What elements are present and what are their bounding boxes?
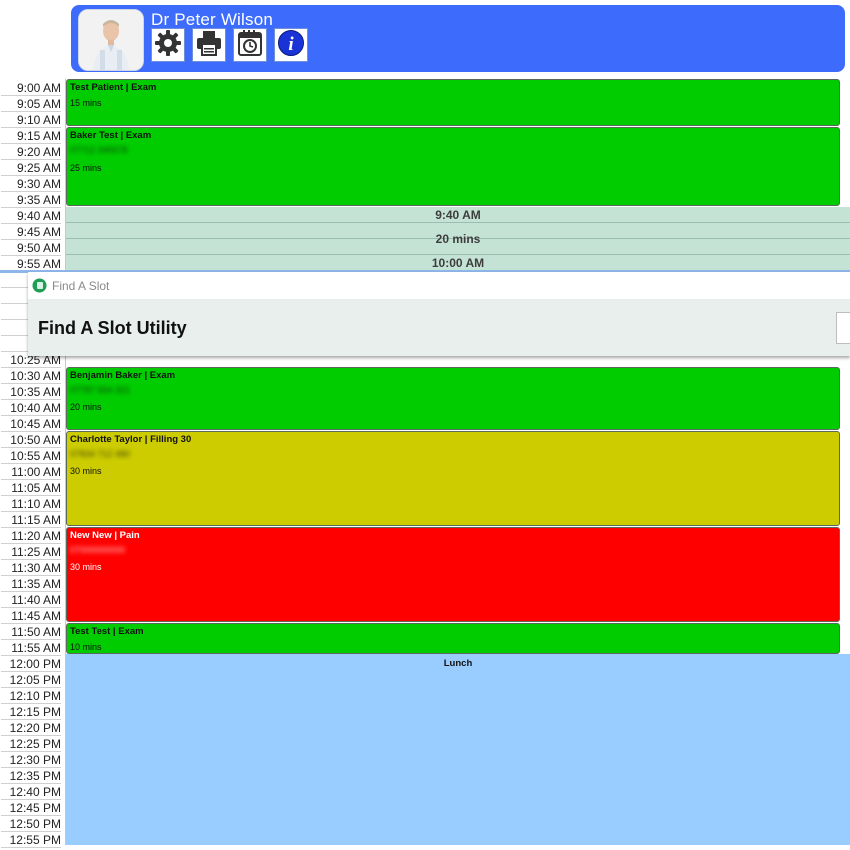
printer-icon: [195, 29, 223, 62]
time-label: 12:25 PM: [1, 735, 61, 752]
appointment-duration: 30 mins: [70, 466, 102, 476]
time-label: 9:20 AM: [1, 143, 61, 160]
time-label: 9:05 AM: [1, 95, 61, 112]
appointment-title: Charlotte Taylor | Filling 30: [70, 434, 192, 445]
appointment-baker-test[interactable]: Baker Test | Exam 07712 345678 25 mins: [66, 127, 840, 206]
appointment-duration: 30 mins: [70, 562, 102, 572]
time-label: 11:35 AM: [1, 575, 61, 592]
time-label: 9:45 AM: [1, 223, 61, 240]
time-label: 10:55 AM: [1, 447, 61, 464]
time-label: 11:50 AM: [1, 623, 61, 640]
time-label: 12:40 PM: [1, 783, 61, 800]
window-titlebar[interactable]: Find A Slot: [28, 272, 850, 299]
appointment-duration: 15 mins: [70, 98, 102, 108]
time-label: 9:10 AM: [1, 111, 61, 128]
appointment-duration: 20 mins: [70, 402, 102, 412]
time-label: 10:30 AM: [1, 367, 61, 384]
svg-text:i: i: [288, 34, 294, 55]
appointment-charlotte-taylor[interactable]: Charlotte Taylor | Filling 30 07834 712 …: [66, 431, 840, 526]
lunch-block[interactable]: Lunch: [66, 654, 850, 845]
time-label: 12:10 PM: [1, 687, 61, 704]
appointment-phone: 07834 712 480: [70, 449, 131, 459]
time-label: 9:00 AM: [1, 79, 61, 96]
time-label: 9:30 AM: [1, 175, 61, 192]
appointment-title: Benjamin Baker | Exam: [70, 370, 176, 381]
appointment-phone: 07787 654 321: [70, 385, 131, 395]
time-label: 11:15 AM: [1, 511, 61, 528]
time-label: 11:30 AM: [1, 559, 61, 576]
time-label: 12:00 PM: [1, 655, 61, 672]
window-title: Find A Slot: [52, 279, 110, 293]
time-label: 10:50 AM: [1, 431, 61, 448]
time-label: 9:35 AM: [1, 191, 61, 208]
appointment-title: New New | Pain: [70, 530, 140, 541]
appointment-test-patient[interactable]: Test Patient | Exam 15 mins: [66, 79, 840, 126]
time-label: 11:45 AM: [1, 607, 61, 624]
time-label: 11:00 AM: [1, 463, 61, 480]
window-heading: Find A Slot Utility: [38, 318, 187, 338]
time-label: 10:40 AM: [1, 399, 61, 416]
time-label: 12:55 PM: [1, 831, 61, 848]
doctor-card: Dr Peter Wilson i: [71, 5, 845, 72]
time-label: 10:35 AM: [1, 383, 61, 400]
find-slot-window: Find A Slot Find A Slot Utility: [28, 272, 850, 356]
doctor-header: Dr Peter Wilson i: [66, 0, 850, 79]
time-column: 9:00 AM 9:05 AM 9:10 AM 9:15 AM 9:20 AM 9:25 …: [0, 79, 66, 848]
appointment-phone: 07712 345678: [70, 145, 128, 155]
appointment-title: Test Test | Exam: [70, 626, 144, 637]
info-icon: i: [277, 29, 305, 62]
appointment-benjamin-baker[interactable]: Benjamin Baker | Exam 07787 654 321 20 m…: [66, 367, 840, 430]
time-label: 12:30 PM: [1, 751, 61, 768]
time-label: 9:40 AM: [1, 207, 61, 224]
schedule-button[interactable]: [233, 28, 267, 62]
avatar[interactable]: [78, 9, 144, 71]
app-icon: [32, 278, 47, 298]
print-button[interactable]: [192, 28, 226, 62]
appointment-duration: 25 mins: [70, 163, 102, 173]
free-slot-end: 10:00 AM: [431, 256, 485, 270]
time-label: 9:50 AM: [1, 239, 61, 256]
time-label: 11:20 AM: [1, 527, 61, 544]
time-label: 9:25 AM: [1, 159, 61, 176]
time-label: 12:35 PM: [1, 767, 61, 784]
appointment-phone: 07000000000: [70, 545, 126, 555]
gear-icon: [154, 29, 182, 62]
free-slot-length: 20 mins: [435, 232, 481, 246]
appointment-new-new[interactable]: New New | Pain 07000000000 30 mins: [66, 527, 840, 622]
doctor-name: Dr Peter Wilson: [151, 10, 274, 29]
time-label: 11:05 AM: [1, 479, 61, 496]
time-label: 12:45 PM: [1, 799, 61, 816]
time-label: 12:50 PM: [1, 815, 61, 832]
time-label: 12:20 PM: [1, 719, 61, 736]
time-label: 11:25 AM: [1, 543, 61, 560]
time-label: 12:05 PM: [1, 671, 61, 688]
appointment-test-test[interactable]: Test Test | Exam 10 mins: [66, 623, 840, 654]
appointment-title: Baker Test | Exam: [70, 130, 152, 141]
time-label: 10:45 AM: [1, 415, 61, 432]
appointment-title: Test Patient | Exam: [70, 82, 157, 93]
time-label: 11:10 AM: [1, 495, 61, 512]
slot-search-input[interactable]: [836, 312, 850, 344]
free-slot-start: 9:40 AM: [435, 208, 481, 222]
appointment-duration: 10 mins: [70, 642, 102, 652]
time-label: 11:40 AM: [1, 591, 61, 608]
info-button[interactable]: i: [274, 28, 308, 62]
lunch-label: Lunch: [443, 658, 473, 669]
settings-button[interactable]: [151, 28, 185, 62]
calendar-clock-icon: [236, 29, 264, 62]
time-label: 11:55 AM: [1, 639, 61, 656]
time-label: 12:15 PM: [1, 703, 61, 720]
time-label: 9:15 AM: [1, 127, 61, 144]
